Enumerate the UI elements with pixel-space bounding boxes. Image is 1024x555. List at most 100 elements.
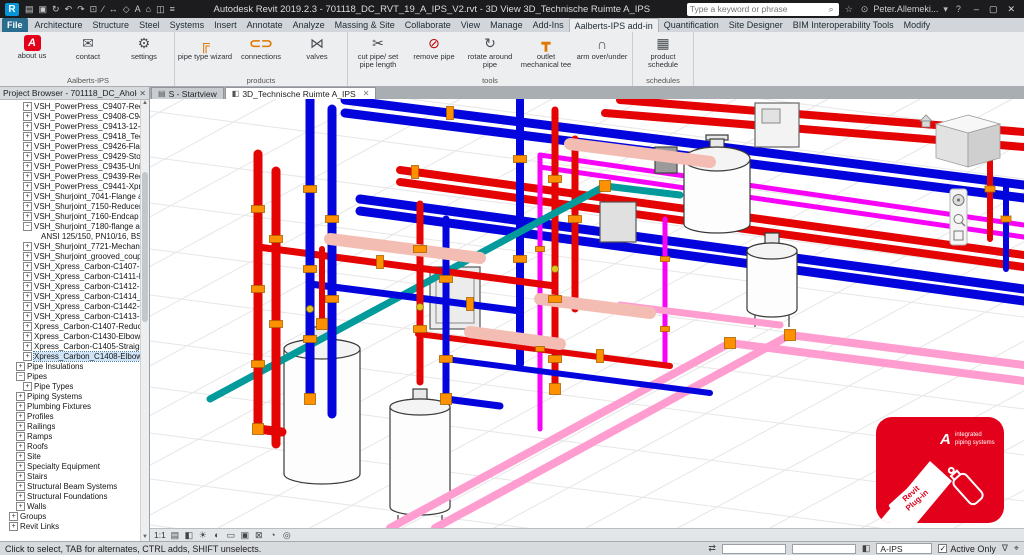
ribbon-button-settings[interactable]: ⚙settings xyxy=(116,33,172,76)
scroll-up-icon[interactable]: ▲ xyxy=(142,100,148,107)
ribbon-tab-bim-interoperability-tools[interactable]: BIM Interoperability Tools xyxy=(788,18,899,32)
tree-item[interactable]: +Pipe Insulations xyxy=(0,361,140,371)
expand-icon[interactable]: + xyxy=(23,262,32,271)
expand-icon[interactable]: + xyxy=(23,182,32,191)
ribbon-button-cut-pipe-set-pipe-length[interactable]: ✂cut pipe/ set pipe length xyxy=(350,33,406,76)
ribbon-tab-modify[interactable]: Modify xyxy=(899,18,936,32)
tree-item[interactable]: +VSH_Xpress_Carbon-C1414_C1415... xyxy=(0,291,140,301)
expand-icon[interactable]: + xyxy=(23,192,32,201)
expand-icon[interactable]: + xyxy=(9,512,18,521)
project-browser-header[interactable]: Project Browser - 701118_DC_Ahold_Bleisw… xyxy=(0,87,149,100)
shadows-icon[interactable]: ◐ xyxy=(211,530,223,541)
active-only-checkbox[interactable]: ✓ xyxy=(938,544,947,553)
tree-item[interactable]: +VSH_Xpress_Carbon-C1412-Elbow... xyxy=(0,281,140,291)
expand-icon[interactable]: + xyxy=(23,382,32,391)
infocenter-search[interactable]: ⌕ xyxy=(687,3,839,16)
expand-icon[interactable]: + xyxy=(23,142,32,151)
tree-item[interactable]: +Groups xyxy=(0,511,140,521)
ribbon-button-arm-over-under[interactable]: ∩arm over/under xyxy=(574,33,630,76)
worksharing-icon[interactable]: ⇄ xyxy=(708,543,716,554)
revit-app-icon[interactable]: R xyxy=(5,3,19,16)
ribbon-tab-architecture[interactable]: Architecture xyxy=(30,18,88,32)
text-icon[interactable]: A xyxy=(133,4,143,15)
expand-icon[interactable]: + xyxy=(9,522,18,531)
tree-item[interactable]: +Xpress_Carbon_C1408-Elbow_PxP... xyxy=(0,351,140,361)
scale-button[interactable]: 1:1 xyxy=(154,530,166,540)
expand-icon[interactable]: + xyxy=(16,422,25,431)
collapse-icon[interactable]: − xyxy=(16,372,25,381)
tree-item[interactable]: +Ramps xyxy=(0,431,140,441)
expand-icon[interactable]: + xyxy=(23,352,32,361)
search-input[interactable] xyxy=(690,4,825,14)
detail-level-icon[interactable]: ▤ xyxy=(169,530,181,541)
expand-icon[interactable]: + xyxy=(16,442,25,451)
measure-icon[interactable]: ∕ xyxy=(100,4,106,15)
tag-icon[interactable]: ◇ xyxy=(121,4,132,15)
tree-item[interactable]: +VSH_PowerPress_C9426-Flange ad... xyxy=(0,141,140,151)
ribbon-button-rotate-around-pipe[interactable]: ↻rotate around pipe xyxy=(462,33,518,76)
ribbon-tab-view[interactable]: View xyxy=(456,18,485,32)
undo-icon[interactable]: ↶ xyxy=(63,4,75,15)
collapse-icon[interactable]: − xyxy=(23,222,32,231)
tree-item[interactable]: +VSH_Xpress_Carbon-C1411-Elbow... xyxy=(0,271,140,281)
crop-view-icon[interactable]: ▭ xyxy=(225,530,237,541)
aligned-dimension-icon[interactable]: ↔ xyxy=(107,4,120,15)
tree-item[interactable]: +VSH_PowerPress_C9441-Xpress_co... xyxy=(0,181,140,191)
tree-item[interactable]: +Xpress_Carbon-C1407-Reducer xyxy=(0,321,140,331)
filter-icon[interactable]: ∇ xyxy=(1002,543,1008,554)
expand-icon[interactable]: + xyxy=(23,212,32,221)
tree-item[interactable]: +VSH_Xpress_Carbon-C1413-Elbow... xyxy=(0,311,140,321)
tree-item[interactable]: +VSH_PowerPress_C9418_Tee-PxRp... xyxy=(0,131,140,141)
thin-lines-icon[interactable]: ≡ xyxy=(168,4,177,15)
expand-icon[interactable]: + xyxy=(23,272,32,281)
ribbon-tab-annotate[interactable]: Annotate xyxy=(242,18,288,32)
tree-item[interactable]: +Structural Foundations xyxy=(0,491,140,501)
tree-item[interactable]: +VSH_PowerPress_C9413-12-45_El... xyxy=(0,121,140,131)
tree-item[interactable]: −VSH_Shurjoint_7180-flange adapte... xyxy=(0,221,140,231)
ribbon-tab-file[interactable]: File xyxy=(2,18,28,32)
ribbon-tab-insert[interactable]: Insert xyxy=(209,18,242,32)
expand-icon[interactable]: + xyxy=(16,472,25,481)
ribbon-tab-site-designer[interactable]: Site Designer xyxy=(724,18,788,32)
tree-item[interactable]: +VSH_PowerPress_C9408-C9411-90... xyxy=(0,111,140,121)
tree-item[interactable]: +Specialty Equipment xyxy=(0,461,140,471)
save-icon[interactable]: ▣ xyxy=(37,4,50,15)
expand-icon[interactable]: + xyxy=(16,432,25,441)
active-workset-select[interactable]: A-IPS xyxy=(876,543,932,554)
editing-requests-box[interactable] xyxy=(722,544,786,554)
tree-item[interactable]: +Piping Systems xyxy=(0,391,140,401)
expand-icon[interactable]: + xyxy=(23,112,32,121)
expand-icon[interactable]: + xyxy=(16,462,25,471)
expand-icon[interactable]: + xyxy=(23,332,32,341)
ribbon-tab-structure[interactable]: Structure xyxy=(88,18,135,32)
sun-path-icon[interactable]: ☀ xyxy=(197,530,209,541)
expand-icon[interactable]: + xyxy=(23,172,32,181)
ribbon-button-valves[interactable]: ⋈valves xyxy=(289,33,345,76)
print-icon[interactable]: ⊡ xyxy=(88,4,100,15)
view-tab-3d-technische-ruimte-a-ips[interactable]: ◧3D_Technische Ruimte A_IPS✕ xyxy=(225,87,377,99)
ribbon-button-connections[interactable]: ⊂⊃connections xyxy=(233,33,289,76)
expand-icon[interactable]: + xyxy=(16,412,25,421)
drawing-area[interactable]: A integrated piping systems Revit Plug-i… xyxy=(150,99,1024,528)
ribbon-button-product-schedule[interactable]: ▦product schedule xyxy=(635,33,691,76)
tree-item[interactable]: +Pipe Types xyxy=(0,381,140,391)
expand-icon[interactable]: + xyxy=(16,452,25,461)
tree-item[interactable]: +VSH_PowerPress_C9407-Reducer-... xyxy=(0,101,140,111)
tree-item[interactable]: +VSH_Shurjoint_7150-Reducer xyxy=(0,201,140,211)
tree-item[interactable]: +Revit Links xyxy=(0,521,140,531)
tree-item[interactable]: +VSH_Shurjoint_7160-Endcap xyxy=(0,211,140,221)
expand-icon[interactable]: + xyxy=(23,342,32,351)
ribbon-tab-systems[interactable]: Systems xyxy=(165,18,210,32)
visual-style-icon[interactable]: ◧ xyxy=(183,530,195,541)
expand-icon[interactable]: + xyxy=(23,152,32,161)
tree-item[interactable]: +Roofs xyxy=(0,441,140,451)
expand-icon[interactable]: + xyxy=(23,162,32,171)
select-by-id-icon[interactable]: ⌖ xyxy=(1014,543,1019,554)
expand-icon[interactable]: + xyxy=(16,362,25,371)
expand-icon[interactable]: + xyxy=(23,252,32,261)
open-icon[interactable]: ▤ xyxy=(23,4,36,15)
locked-3d-icon[interactable]: ⊠ xyxy=(253,530,265,541)
expand-icon[interactable]: + xyxy=(23,292,32,301)
tree-item[interactable]: +VSH_Xpress_Carbon-C1442-Groove... xyxy=(0,301,140,311)
expand-icon[interactable]: + xyxy=(16,502,25,511)
